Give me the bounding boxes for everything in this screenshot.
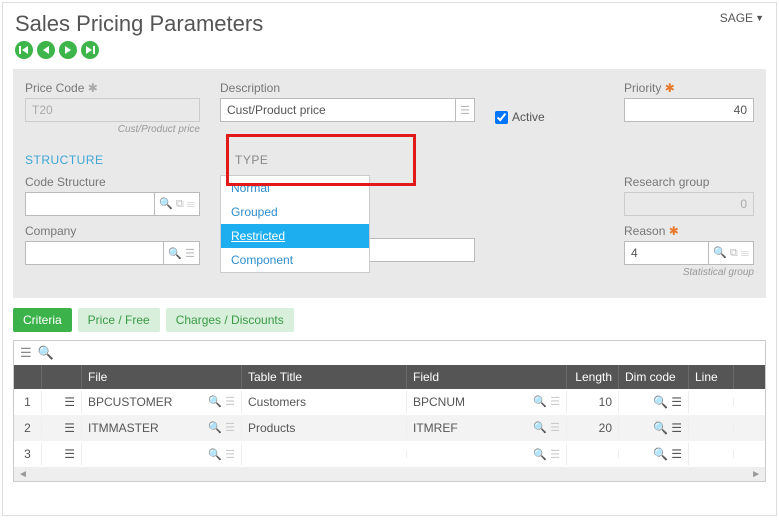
page-root: Sales Pricing Parameters SAGE ▼ Price Co… bbox=[2, 2, 777, 516]
chevron-down-icon: ▼ bbox=[755, 13, 764, 23]
code-structure-label: Code Structure bbox=[25, 175, 200, 189]
tab-criteria[interactable]: Criteria bbox=[13, 308, 72, 332]
table-row[interactable]: 1 ☰ BPCUSTOMER🔍 ☰ Customers BPCNUM🔍 ☰ 10… bbox=[14, 389, 765, 415]
criteria-grid: ☰ 🔍 File Table Title Field Length Dim co… bbox=[13, 340, 766, 482]
grid-header-row: File Table Title Field Length Dim code L… bbox=[14, 365, 765, 389]
table-row[interactable]: 3 ☰ 🔍 ☰ 🔍 ☰ 🔍 ☰ bbox=[14, 441, 765, 467]
grid-toolbar: ☰ 🔍 bbox=[14, 341, 765, 365]
research-group-input bbox=[624, 192, 754, 216]
reason-helper: Statistical group bbox=[624, 267, 754, 278]
code-structure-input[interactable] bbox=[25, 192, 155, 216]
price-type-option[interactable]: Component bbox=[221, 248, 369, 272]
description-input[interactable] bbox=[220, 98, 456, 122]
col-file[interactable]: File bbox=[82, 365, 242, 389]
header-bar: Sales Pricing Parameters SAGE ▼ bbox=[3, 3, 776, 41]
row-action-icon: ☰ bbox=[64, 447, 75, 461]
price-code-input bbox=[25, 98, 200, 122]
col-table-title[interactable]: Table Title bbox=[242, 365, 407, 389]
price-code-helper: Cust/Product price bbox=[25, 124, 200, 135]
reason-actions[interactable]: 🔍 ⧉ ☰ bbox=[709, 241, 754, 265]
description-label: Description bbox=[220, 81, 475, 95]
company-actions[interactable]: 🔍 ☰ bbox=[164, 241, 200, 265]
col-dim-code[interactable]: Dim code bbox=[619, 365, 689, 389]
description-actions[interactable]: ☰ bbox=[456, 98, 475, 122]
structure-section-label: STRUCTURE bbox=[25, 153, 215, 167]
type-section-label: TYPE bbox=[235, 153, 268, 167]
code-structure-actions[interactable]: 🔍 ⧉ ☰ bbox=[155, 192, 200, 216]
company-input[interactable] bbox=[25, 241, 164, 265]
grid-body: 1 ☰ BPCUSTOMER🔍 ☰ Customers BPCNUM🔍 ☰ 10… bbox=[14, 389, 765, 467]
nav-next-button[interactable] bbox=[59, 41, 77, 59]
row-action-icon: ☰ bbox=[64, 421, 75, 435]
record-nav bbox=[3, 41, 776, 67]
table-row[interactable]: 2 ☰ ITMMASTER🔍 ☰ Products ITMREF🔍 ☰ 20 🔍… bbox=[14, 415, 765, 441]
grid-search-icon[interactable]: 🔍 bbox=[38, 345, 54, 361]
reason-label: Reason ✱ bbox=[624, 224, 754, 238]
active-label: Active bbox=[512, 110, 545, 124]
reason-input[interactable] bbox=[624, 241, 709, 265]
priority-input[interactable] bbox=[624, 98, 754, 122]
price-type-option[interactable]: Restricted bbox=[221, 224, 369, 248]
nav-first-button[interactable] bbox=[15, 41, 33, 59]
row-action-icon: ☰ bbox=[64, 395, 75, 409]
grid-settings-icon[interactable]: ☰ bbox=[20, 345, 32, 361]
price-code-label: Price Code ✱ bbox=[25, 81, 200, 95]
col-line[interactable]: Line bbox=[689, 365, 734, 389]
priority-label: Priority ✱ bbox=[624, 81, 754, 95]
horizontal-scrollbar[interactable]: ◄► bbox=[14, 467, 765, 481]
active-checkbox[interactable] bbox=[495, 111, 508, 124]
form-panel: Price Code ✱ Cust/Product price Descript… bbox=[13, 69, 766, 298]
brand-menu[interactable]: SAGE ▼ bbox=[720, 11, 764, 25]
price-type-option[interactable]: Normal bbox=[221, 176, 369, 200]
company-label: Company bbox=[25, 224, 200, 238]
tab-price-free[interactable]: Price / Free bbox=[78, 308, 160, 332]
nav-prev-button[interactable] bbox=[37, 41, 55, 59]
nav-last-button[interactable] bbox=[81, 41, 99, 59]
tab-charges-discounts[interactable]: Charges / Discounts bbox=[166, 308, 294, 332]
price-type-dropdown: Normal Grouped Restricted Component bbox=[220, 175, 370, 273]
price-type-option[interactable]: Grouped bbox=[221, 200, 369, 224]
research-group-label: Research group bbox=[624, 175, 754, 189]
col-length[interactable]: Length bbox=[567, 365, 619, 389]
col-field[interactable]: Field bbox=[407, 365, 567, 389]
tabs-bar: Criteria Price / Free Charges / Discount… bbox=[13, 308, 766, 332]
page-title: Sales Pricing Parameters bbox=[15, 11, 263, 37]
